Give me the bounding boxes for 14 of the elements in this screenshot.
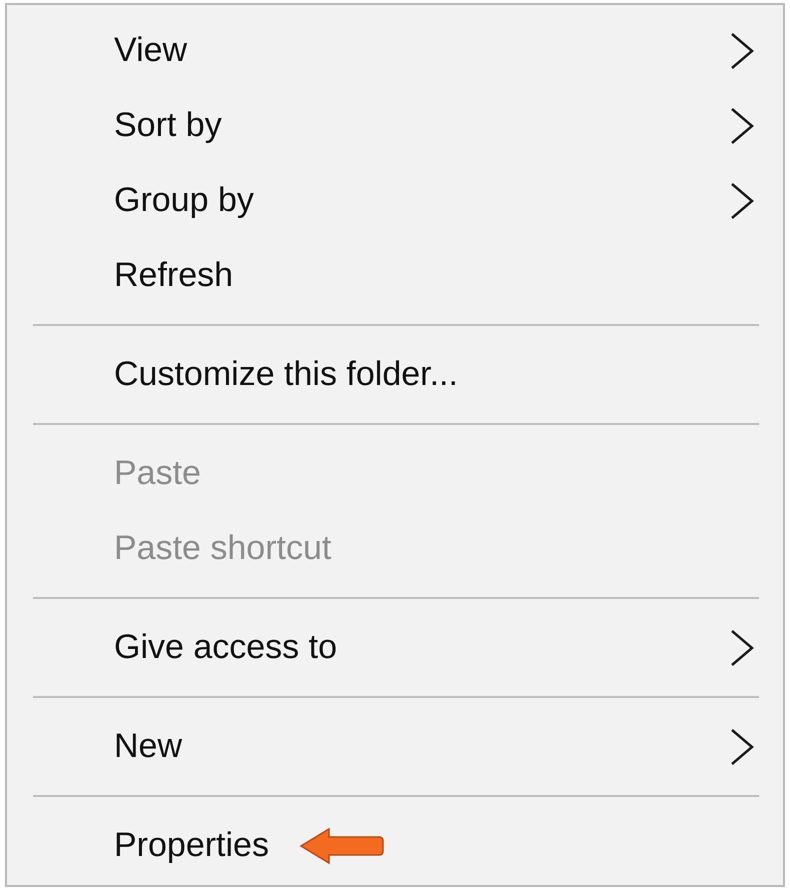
menu-item[interactable]: Properties [7, 808, 783, 883]
arrow-icon [298, 826, 385, 864]
chevron-right-icon [729, 30, 755, 70]
menu-item[interactable]: Sort by [7, 88, 783, 163]
menu-item[interactable]: Customize this folder... [7, 337, 783, 412]
chevron-right-icon [729, 180, 755, 220]
menu-item[interactable]: Group by [7, 163, 783, 238]
chevron-right-icon [729, 726, 755, 766]
menu-item[interactable]: View [7, 13, 783, 88]
chevron-right-icon [729, 106, 755, 146]
menu-item[interactable]: Refresh [7, 238, 783, 313]
menu-item[interactable]: New [7, 709, 783, 784]
menu-item[interactable]: Give access to [7, 610, 783, 685]
chevron-right-icon [729, 628, 755, 668]
